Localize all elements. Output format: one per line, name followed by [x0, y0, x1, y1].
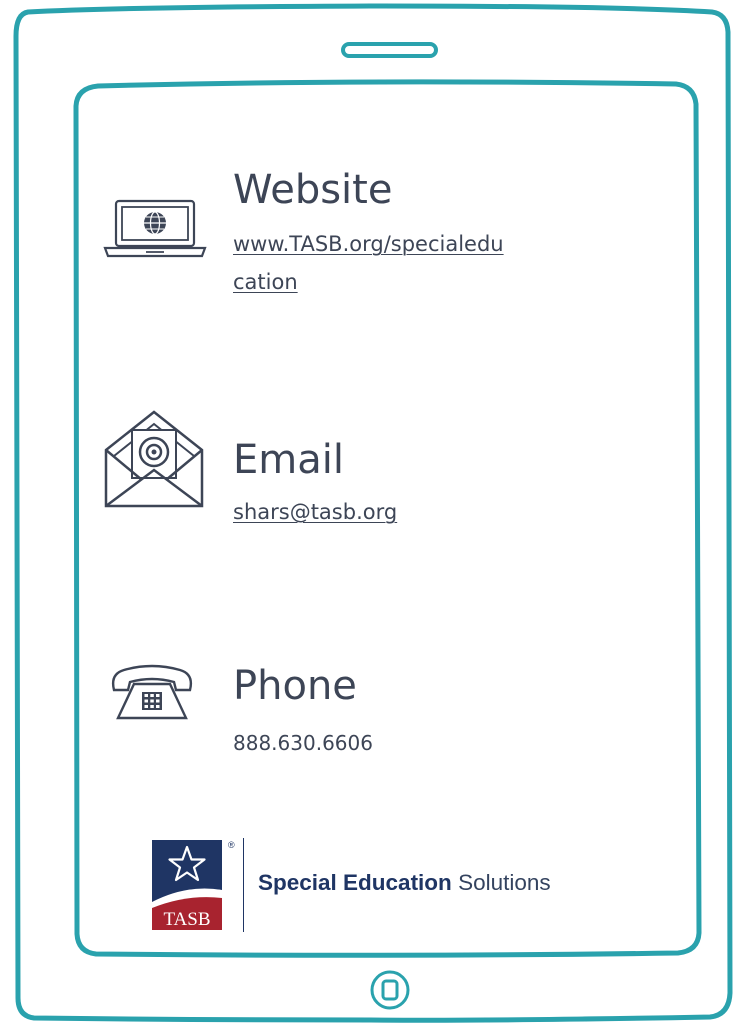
phone-title: Phone: [233, 663, 357, 709]
laptop-globe-icon: [103, 199, 207, 258]
brand-name-regular: Solutions: [451, 870, 551, 895]
home-button-icon[interactable]: [368, 968, 412, 1012]
website-link-line2[interactable]: cation: [233, 266, 298, 299]
brand-name: Special Education Solutions: [258, 870, 551, 896]
tasb-logo: TASB ®: [152, 840, 235, 930]
email-title: Email: [233, 437, 344, 483]
tasb-logo-text: TASB: [163, 909, 210, 930]
telephone-icon: [111, 664, 193, 720]
phone-number: 888.630.6606: [233, 731, 373, 755]
email-link[interactable]: shars@tasb.org: [233, 496, 397, 529]
registered-mark: ®: [228, 840, 235, 850]
website-title: Website: [233, 167, 393, 213]
website-link-line1[interactable]: www.TASB.org/specialedu: [233, 228, 504, 261]
brand-name-bold: Special Education: [258, 870, 452, 895]
brand-divider: [243, 838, 244, 932]
envelope-at-icon: [104, 410, 204, 508]
speaker-slot-icon: [341, 42, 438, 58]
